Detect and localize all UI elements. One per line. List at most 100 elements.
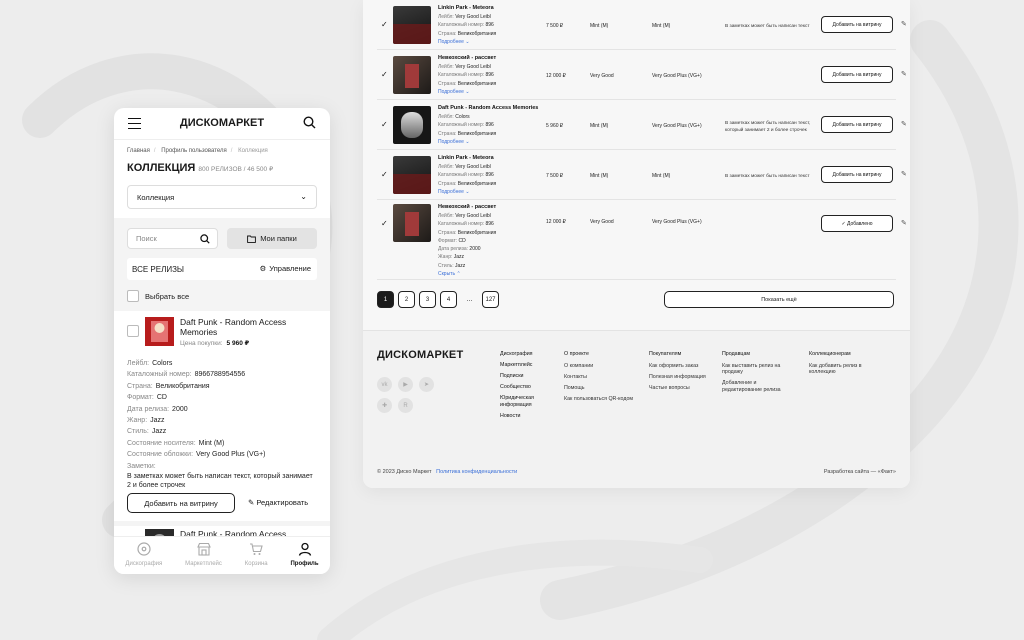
footer-link[interactable]: Как оформить заказ — [649, 363, 719, 370]
footer-link[interactable]: Контакты — [564, 374, 644, 381]
my-folders-button[interactable]: Мои папки — [227, 228, 317, 249]
footer-logo[interactable]: ДИСКОМАРКЕТ — [377, 349, 463, 361]
media-condition-cell: Mint (M) — [590, 23, 609, 29]
more-link[interactable]: Подробнее ⌄ — [438, 38, 496, 46]
plus-icon[interactable]: ✚ — [377, 398, 392, 413]
youtube-icon[interactable]: ▶ — [398, 377, 413, 392]
edit-label: Редактировать — [256, 498, 309, 507]
release-title[interactable]: Daft Punk - Random Access Memories — [438, 104, 538, 113]
page-4-button[interactable]: 4 — [440, 291, 457, 308]
crumb-profile[interactable]: Профиль пользователя — [161, 148, 227, 154]
tab-disc[interactable]: Дискография — [125, 542, 162, 567]
sleeve-condition-cell: Very Good Plus (VG+) — [652, 123, 702, 129]
tab-store[interactable]: Маркетплейс — [185, 542, 222, 567]
add-to-showcase-button[interactable]: Добавить на витрину — [127, 493, 235, 513]
edit-pencil-icon[interactable]: ✎ — [901, 219, 907, 227]
crumb-home[interactable]: Главная — [127, 148, 150, 154]
edit-pencil-icon[interactable]: ✎ — [901, 170, 907, 178]
rutube-icon[interactable]: R — [398, 398, 413, 413]
album-cover[interactable] — [145, 317, 174, 346]
more-link[interactable]: Подробнее ⌄ — [438, 88, 496, 96]
add-to-showcase-button[interactable]: Добавить на витрину — [821, 166, 893, 183]
page-3-button[interactable]: 3 — [419, 291, 436, 308]
footer-link[interactable]: Как выставить релиз на продажу — [722, 363, 792, 376]
telegram-icon[interactable]: ➤ — [419, 377, 434, 392]
footer-link[interactable]: Дискография — [500, 351, 550, 358]
album-cover[interactable] — [393, 156, 431, 194]
mobile-logo[interactable]: ДИСКОМАРКЕТ — [114, 117, 330, 129]
privacy-link[interactable]: Политика конфиденциальности — [436, 469, 517, 475]
add-to-showcase-button[interactable]: Добавить на витрину — [821, 66, 893, 83]
more-link[interactable]: Подробнее ⌄ — [438, 188, 496, 196]
release-title[interactable]: Невкохский - рассвет — [438, 54, 496, 63]
footer-link[interactable]: Новости — [500, 413, 550, 420]
footer-link[interactable]: Подписки — [500, 373, 550, 380]
search-input[interactable]: Поиск — [127, 228, 218, 249]
edit-pencil-icon[interactable]: ✎ — [901, 120, 907, 128]
search-icon[interactable] — [303, 116, 316, 129]
table-row-expanded: ✓ Невкохский - рассвет Лейбл: Very Good … — [377, 200, 907, 280]
more-link[interactable]: Подробнее ⌄ — [438, 138, 538, 146]
page-last-button[interactable]: 127 — [482, 291, 499, 308]
release-info: Linkin Park - Meteora Лейбл: Very Good L… — [438, 154, 496, 196]
edit-pencil-icon[interactable]: ✎ — [901, 20, 907, 28]
footer-link[interactable]: Добавление и редактирование релиза — [722, 380, 792, 393]
page-1-button[interactable]: 1 — [377, 291, 394, 308]
detail-line: Страна: Великобритания — [127, 382, 210, 390]
added-button[interactable]: ✓ Добавлено — [821, 215, 893, 232]
footer-link[interactable]: Полезная информация — [649, 374, 719, 381]
footer-col-heading: Покупателям — [649, 351, 682, 357]
show-more-button[interactable]: Показать ещё — [664, 291, 894, 308]
notes-cell: В заметках может быть написан текст, кот… — [725, 121, 811, 133]
release-title[interactable]: Linkin Park - Meteora — [438, 154, 496, 163]
social-links: vk ▶ ➤ ✚ R — [377, 377, 434, 413]
release-title[interactable]: Daft Punk - Random Access Memories — [180, 317, 310, 337]
row-checkmark-icon[interactable]: ✓ — [381, 170, 388, 179]
footer-link[interactable]: О компании — [564, 363, 644, 370]
row-checkmark-icon[interactable]: ✓ — [381, 70, 388, 79]
row-checkmark-icon[interactable]: ✓ — [381, 20, 388, 29]
select-all[interactable]: Выбрать все — [127, 290, 189, 302]
footer-link[interactable]: Как добавить релиз в коллекцию — [809, 363, 879, 376]
add-to-showcase-button[interactable]: Добавить на витрину — [821, 116, 893, 133]
vk-icon[interactable]: vk — [377, 377, 392, 392]
release-info: Linkin Park - Meteora Лейбл: Very Good L… — [438, 4, 496, 46]
footer-link[interactable]: Помощь — [564, 385, 644, 392]
release-title[interactable]: Linkin Park - Meteora — [438, 4, 496, 13]
tab-user[interactable]: Профиль — [290, 542, 319, 567]
developer-credit[interactable]: Разработка сайта — «Факт» — [824, 469, 896, 475]
purchase-price-label: Цена покупки: — [180, 340, 223, 347]
price-cell: 7 500 ₽ — [546, 173, 564, 179]
row-checkmark-icon[interactable]: ✓ — [381, 219, 388, 228]
style-line: Стиль: Jazz — [438, 262, 466, 269]
search-icon — [200, 234, 210, 244]
select-all-checkbox[interactable] — [127, 290, 139, 302]
collection-select[interactable]: Коллекция ⌄ — [127, 185, 317, 209]
album-cover[interactable] — [393, 56, 431, 94]
detail-line: Каталожный номер: 8966788954556 — [127, 371, 246, 379]
detail-line: Дата релиза: 2000 — [127, 405, 188, 413]
footer-link[interactable]: Частые вопросы — [649, 385, 719, 392]
add-to-showcase-button[interactable]: Добавить на витрину — [821, 16, 893, 33]
album-cover[interactable] — [393, 6, 431, 44]
table-row: ✓ Невкохский - рассвет Лейбл: Very Good … — [377, 50, 907, 100]
release-title[interactable]: Невкохский - рассвет — [438, 203, 496, 212]
row-checkmark-icon[interactable]: ✓ — [381, 120, 388, 129]
footer-link[interactable]: Сообщество — [500, 384, 550, 391]
page-2-button[interactable]: 2 — [398, 291, 415, 308]
footer-link[interactable]: Юридическая информация — [500, 395, 550, 408]
country-line: Страна: Великобритания — [438, 80, 497, 87]
release-checkbox[interactable] — [127, 325, 139, 337]
tab-cart[interactable]: Корзина — [245, 542, 268, 567]
edit-pencil-icon[interactable]: ✎ — [901, 70, 907, 78]
manage-button[interactable]: ⚙ Управление — [260, 264, 311, 273]
hide-link[interactable]: Скрыть ⌃ — [438, 270, 496, 278]
album-cover[interactable] — [393, 204, 431, 242]
album-cover[interactable] — [393, 106, 431, 144]
footer-col-heading: О проекте — [564, 351, 589, 357]
footer-link[interactable]: Как пользоваться QR-кодом — [564, 396, 644, 403]
sliders-icon: ⚙ — [259, 264, 267, 273]
label-line: Лейбл: Very Good Leibl — [438, 213, 491, 219]
footer-link[interactable]: Маркетплейс — [500, 362, 550, 369]
edit-button[interactable]: ✎ Редактировать — [248, 498, 308, 507]
